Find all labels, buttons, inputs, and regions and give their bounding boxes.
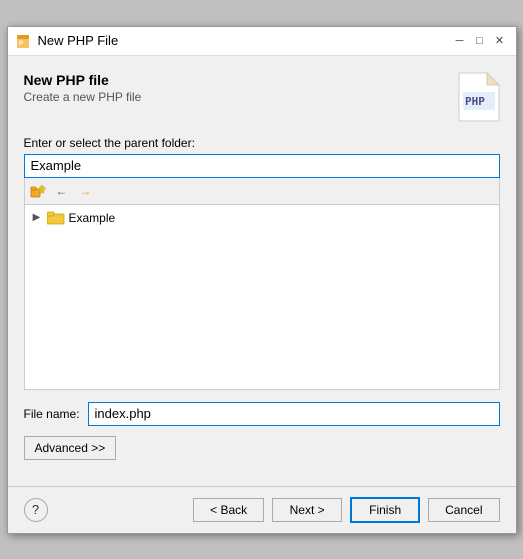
folder-label: Enter or select the parent folder: (24, 136, 500, 150)
back-button[interactable]: ← (51, 182, 73, 200)
tree-item-label: Example (69, 211, 116, 225)
filename-label: File name: (24, 407, 80, 421)
folder-section: Enter or select the parent folder: ← → ▶ (24, 136, 500, 390)
folder-icon (47, 211, 65, 225)
header-section: New PHP file Create a new PHP file PHP (24, 72, 500, 122)
title-bar: P New PHP File ─ □ ✕ (8, 27, 516, 56)
main-content: New PHP file Create a new PHP file PHP E… (8, 56, 516, 470)
header-left: New PHP file Create a new PHP file (24, 72, 142, 104)
folder-input[interactable] (24, 154, 500, 178)
tree-expand-icon[interactable]: ▶ (31, 212, 43, 224)
svg-text:P: P (19, 41, 23, 47)
window-icon: P (16, 33, 32, 49)
folder-up-button[interactable] (27, 182, 49, 200)
filename-section: File name: (24, 402, 500, 426)
forward-button[interactable]: → (75, 182, 97, 200)
next-button[interactable]: Next > (272, 498, 342, 522)
cancel-button[interactable]: Cancel (428, 498, 499, 522)
dialog-window: P New PHP File ─ □ ✕ New PHP file Create… (7, 26, 517, 534)
dialog-subtitle: Create a new PHP file (24, 90, 142, 104)
php-file-icon: PHP (458, 72, 500, 122)
filename-input[interactable] (88, 402, 500, 426)
close-button[interactable]: ✕ (492, 33, 508, 49)
finish-button[interactable]: Finish (350, 497, 420, 523)
tree-item[interactable]: ▶ Example (29, 209, 495, 227)
window-controls: ─ □ ✕ (452, 33, 508, 49)
window-title: New PHP File (38, 33, 446, 48)
maximize-button[interactable]: □ (472, 33, 488, 49)
help-button[interactable]: ? (24, 498, 48, 522)
advanced-button[interactable]: Advanced >> (24, 436, 117, 460)
dialog-title: New PHP file (24, 72, 142, 88)
bottom-bar: ? < Back Next > Finish Cancel (8, 486, 516, 533)
tree-container[interactable]: ▶ Example (24, 205, 500, 390)
minimize-button[interactable]: ─ (452, 33, 468, 49)
svg-text:PHP: PHP (465, 95, 485, 108)
tree-toolbar: ← → (24, 178, 500, 205)
back-nav-button[interactable]: < Back (193, 498, 264, 522)
